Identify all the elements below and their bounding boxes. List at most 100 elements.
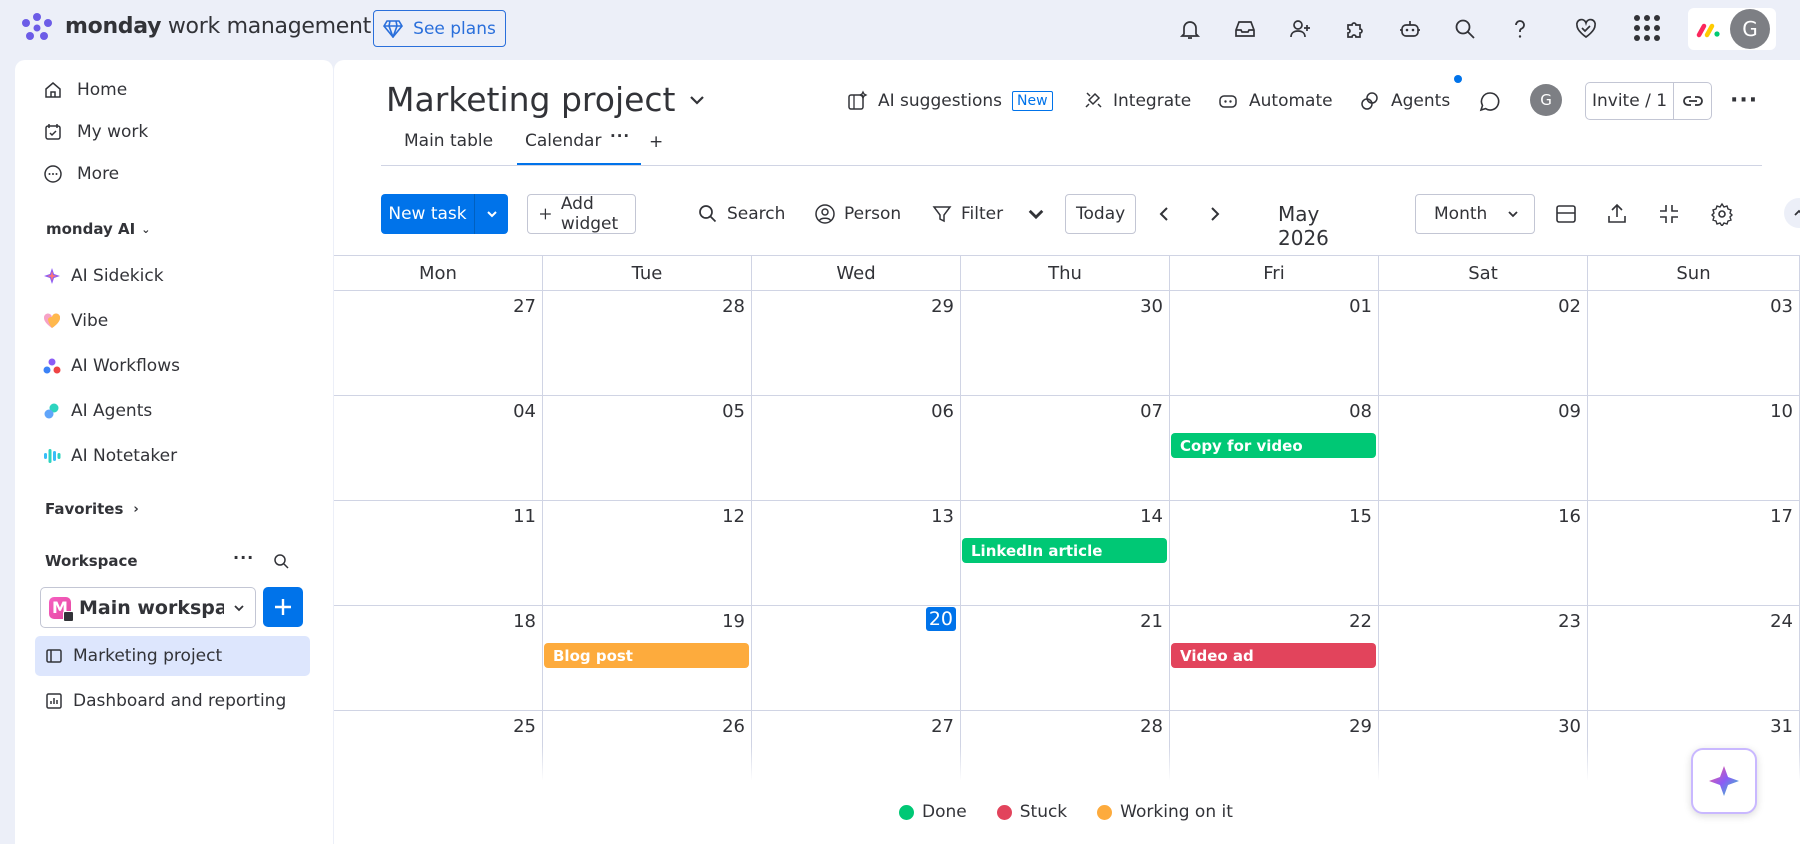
active-tab-indicator — [517, 163, 641, 165]
add-workspace-item-button[interactable] — [263, 587, 303, 627]
new-task-button[interactable]: New task — [381, 194, 475, 234]
day-number: 25 — [513, 716, 536, 737]
calendar-day-cell[interactable]: 10 — [1588, 396, 1800, 501]
comment-icon[interactable] — [1478, 90, 1502, 114]
chevron-right-icon[interactable] — [1204, 204, 1224, 224]
collapse-view-icon[interactable] — [1657, 202, 1681, 226]
automate-button[interactable]: Automate — [1217, 88, 1333, 114]
board-title[interactable]: Marketing project — [386, 80, 706, 119]
person-icon — [815, 204, 835, 224]
new-task-dropdown[interactable] — [475, 194, 508, 234]
calendar-day-cell[interactable]: 13 — [752, 501, 961, 606]
calendar-day-cell[interactable]: 11 — [334, 501, 543, 606]
board-member-avatar[interactable]: G — [1530, 84, 1562, 116]
calendar-day-cell[interactable]: 01 — [1170, 291, 1379, 396]
calendar-day-cell[interactable]: 20 — [752, 606, 961, 711]
day-number: 08 — [1349, 401, 1372, 422]
more-options-icon[interactable]: ··· — [1730, 88, 1758, 113]
sidebar-item-ai-sidekick[interactable]: AI Sidekick — [43, 260, 164, 292]
calendar-day-cell[interactable]: 05 — [543, 396, 752, 501]
favorites-section[interactable]: Favorites › — [45, 500, 139, 518]
invite-user-icon[interactable] — [1285, 14, 1315, 44]
calendar-event[interactable]: Copy for video — [1171, 433, 1376, 458]
day-number: 03 — [1770, 296, 1793, 317]
calendar-day-cell[interactable]: 06 — [752, 396, 961, 501]
calendar-day-cell[interactable]: 24 — [1588, 606, 1800, 711]
calendar-event[interactable]: Video ad — [1171, 643, 1376, 668]
agents-button[interactable]: Agents — [1359, 88, 1450, 114]
workspace-options-icon[interactable]: ··· — [233, 548, 254, 567]
user-avatar[interactable]: G — [1730, 9, 1770, 49]
search-icon[interactable] — [1450, 14, 1480, 44]
sidebar-item-my-work[interactable]: My work — [43, 114, 148, 150]
today-button[interactable]: Today — [1065, 194, 1137, 234]
calendar-day-cell[interactable]: 15 — [1170, 501, 1379, 606]
calendar-event[interactable]: LinkedIn article — [962, 538, 1167, 563]
sidebar-item-home[interactable]: Home — [43, 72, 127, 108]
ai-suggestions-button[interactable]: AI suggestions New — [846, 88, 1053, 114]
calendar-day-cell[interactable]: 27 — [334, 291, 543, 396]
calendar-day-cell[interactable]: 23 — [1379, 606, 1588, 711]
sidebar-item-ai-workflows[interactable]: AI Workflows — [43, 350, 180, 382]
filter-label: Filter — [961, 204, 1004, 224]
chevron-down-icon — [689, 95, 704, 105]
filter-button[interactable]: Filter — [931, 194, 1047, 234]
sidebar-item-more[interactable]: More — [43, 156, 119, 192]
copy-link-button[interactable] — [1674, 83, 1711, 119]
robot-icon — [1219, 95, 1237, 108]
robot-icon[interactable] — [1395, 14, 1425, 44]
calendar-day-cell[interactable]: 28 — [543, 291, 752, 396]
calendar-day-cell[interactable]: 16 — [1379, 501, 1588, 606]
calendar-day-cell[interactable]: 09 — [1379, 396, 1588, 501]
integrate-button[interactable]: Integrate — [1081, 88, 1191, 114]
calendar-day-cell[interactable]: 18 — [334, 606, 543, 711]
sidebar-item-vibe[interactable]: Vibe — [43, 305, 108, 337]
calendar-day-cell[interactable]: 30 — [961, 291, 1170, 396]
calendar-day-cell[interactable]: 19 Blog post — [543, 606, 752, 711]
collapse-header-button[interactable] — [1784, 198, 1800, 228]
calendar-day-cell[interactable]: 08 Copy for video — [1170, 396, 1379, 501]
sidebar-item-ai-agents[interactable]: AI Agents — [43, 395, 152, 427]
calendar-day-cell[interactable]: 14 LinkedIn article — [961, 501, 1170, 606]
sidebar-board-dashboard[interactable]: Dashboard and reporting — [35, 681, 310, 721]
see-plans-button[interactable]: See plans — [373, 10, 506, 47]
export-icon[interactable] — [1605, 202, 1629, 226]
calendar-day-cell[interactable]: 21 — [961, 606, 1170, 711]
monday-ai-section[interactable]: monday AI ⌄ — [46, 220, 150, 238]
add-widget-button[interactable]: Add widget — [527, 194, 637, 234]
legend-item-working: Working on it — [1097, 802, 1233, 822]
search-button[interactable]: Search — [697, 194, 785, 234]
layout-icon[interactable] — [1554, 202, 1578, 226]
sidebar-item-ai-notetaker[interactable]: AI Notetaker — [43, 440, 177, 472]
link-icon — [1682, 96, 1703, 106]
person-filter-button[interactable]: Person — [814, 194, 901, 234]
heart-icon[interactable] — [1571, 14, 1601, 44]
sidebar-board-marketing-project[interactable]: Marketing project — [35, 636, 310, 676]
calendar-day-cell[interactable]: 02 — [1379, 291, 1588, 396]
tab-options-icon[interactable]: ··· — [610, 127, 630, 145]
invite-button[interactable]: Invite / 1 — [1586, 83, 1674, 119]
monday-logo-icon[interactable] — [20, 12, 54, 44]
calendar-day-cell[interactable]: 12 — [543, 501, 752, 606]
ai-sidekick-fab[interactable] — [1691, 748, 1757, 814]
inbox-icon[interactable] — [1230, 14, 1260, 44]
workspace-selector[interactable]: M Main workspa... — [40, 587, 256, 628]
add-tab-button[interactable]: + — [649, 132, 663, 152]
calendar-day-cell[interactable]: 03 — [1588, 291, 1800, 396]
calendar-day-cell[interactable]: 04 — [334, 396, 543, 501]
tab-main-table[interactable]: Main table — [404, 131, 493, 151]
calendar-day-cell[interactable]: 29 — [752, 291, 961, 396]
calendar-day-cell[interactable]: 22 Video ad — [1170, 606, 1379, 711]
workspace-search-icon[interactable] — [273, 553, 290, 570]
tab-calendar[interactable]: Calendar — [525, 131, 601, 151]
bell-icon[interactable] — [1175, 14, 1205, 44]
apps-grid-icon[interactable] — [1634, 15, 1660, 41]
calendar-event[interactable]: Blog post — [544, 643, 749, 668]
settings-gear-icon[interactable] — [1710, 202, 1734, 226]
puzzle-icon[interactable] — [1340, 14, 1370, 44]
view-mode-select[interactable]: Month — [1415, 194, 1535, 234]
chevron-left-icon[interactable] — [1155, 204, 1175, 224]
help-icon[interactable] — [1505, 14, 1535, 44]
calendar-day-cell[interactable]: 07 — [961, 396, 1170, 501]
calendar-day-cell[interactable]: 17 — [1588, 501, 1800, 606]
